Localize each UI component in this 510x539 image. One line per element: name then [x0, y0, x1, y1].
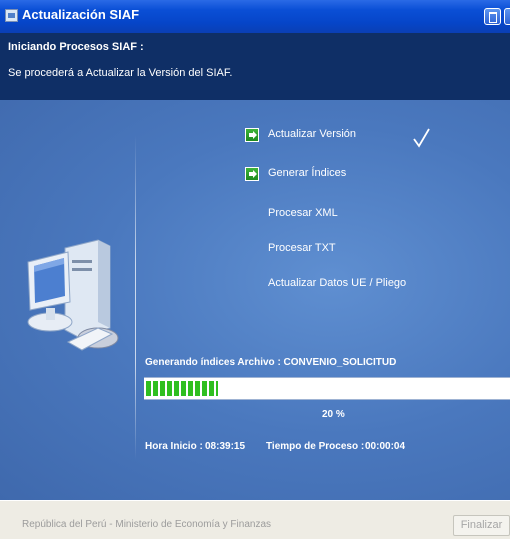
main-panel: Actualizar Versión Generar Índices Proce…	[0, 100, 510, 500]
progress-percent: 20 %	[322, 409, 345, 420]
progress-bar	[144, 377, 510, 400]
step-label: Actualizar Datos UE / Pliego	[268, 277, 407, 289]
finish-button[interactable]: Finalizar	[453, 515, 510, 536]
green-arrow-icon	[245, 128, 259, 142]
elapsed-time-label: Tiempo de Proceso :	[266, 441, 365, 452]
header-band: Iniciando Procesos SIAF : Se procederá a…	[0, 33, 510, 100]
update-window: Actualización SIAF Iniciando Procesos SI…	[0, 0, 510, 539]
footer: República del Perú - Ministerio de Econo…	[0, 500, 510, 539]
computer-icon	[27, 239, 119, 351]
checkmark-icon	[413, 128, 430, 148]
restore-icon[interactable]	[484, 8, 501, 25]
window-title: Actualización SIAF	[22, 7, 140, 22]
step-label: Procesar XML	[268, 207, 338, 219]
app-icon	[5, 9, 18, 22]
elapsed-time-value: 00:00:04	[365, 441, 406, 452]
step-label: Generar Índices	[268, 167, 347, 179]
header-subtitle: Se procederá a Actualizar la Versión del…	[8, 67, 233, 79]
step-label: Procesar TXT	[268, 242, 336, 254]
footer-text: República del Perú - Ministerio de Econo…	[22, 519, 272, 530]
title-bar[interactable]: Actualización SIAF	[0, 0, 510, 33]
step-label: Actualizar Versión	[268, 128, 357, 140]
progress-fill	[146, 381, 218, 396]
start-time-value: 08:39:15	[205, 441, 246, 452]
divider	[135, 135, 136, 460]
close-icon[interactable]	[504, 8, 510, 25]
header-title: Iniciando Procesos SIAF :	[8, 41, 144, 53]
progress-caption: Generando índices Archivo : CONVENIO_SOL…	[145, 357, 397, 368]
green-arrow-icon	[245, 167, 259, 181]
start-time-label: Hora Inicio :	[145, 441, 203, 452]
